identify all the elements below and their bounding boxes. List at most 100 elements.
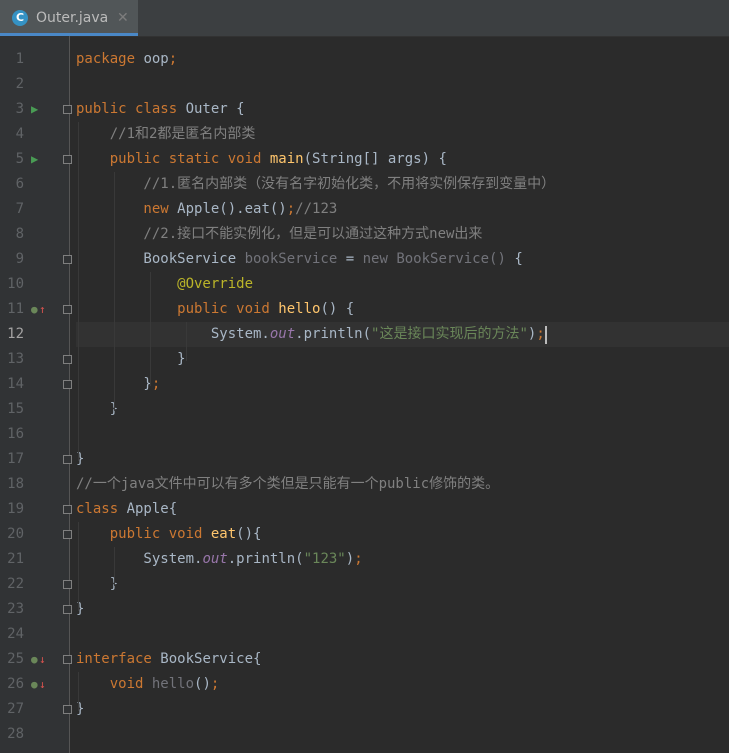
fold-toggle-icon[interactable] <box>63 580 72 589</box>
fold-toggle-icon[interactable] <box>63 355 72 364</box>
code-token: //一个java文件中可以有多个类但是只能有一个public修饰的类。 <box>76 476 500 492</box>
code-line[interactable]: } <box>76 597 729 622</box>
line-number: 1 <box>15 51 24 67</box>
code-editor[interactable]: package oop; public class Outer { //1和2都是… <box>76 36 729 753</box>
line-number: 28 <box>7 726 24 742</box>
code-line-text: public void eat(){ <box>76 522 262 547</box>
code-line-text: void hello(); <box>76 672 220 697</box>
code-line[interactable]: public void eat(){ <box>76 522 729 547</box>
code-line-text: } <box>76 347 186 372</box>
line-number: 2 <box>15 76 24 92</box>
code-token: interface <box>76 651 161 667</box>
code-token: oop <box>135 51 169 67</box>
code-line-text: class Apple{ <box>76 497 177 522</box>
code-token: out <box>269 326 296 342</box>
implemented-interface-icon[interactable]: ● <box>31 647 38 672</box>
code-line[interactable] <box>76 422 729 447</box>
code-line[interactable]: new Apple().eat();//123 <box>76 197 729 222</box>
code-line[interactable]: System.out.println("123"); <box>76 547 729 572</box>
code-line[interactable]: public void hello() { <box>76 297 729 322</box>
code-line[interactable]: BookService bookService = new BookServic… <box>76 247 729 272</box>
fold-toggle-icon[interactable] <box>63 255 72 264</box>
code-line[interactable]: @Override <box>76 272 729 297</box>
code-line[interactable] <box>76 622 729 647</box>
code-token: System. <box>76 551 203 567</box>
code-line[interactable]: void hello(); <box>76 672 729 697</box>
code-token: //1.匿名内部类（没有名字初始化类，不用将实例保存到变量中） <box>76 176 556 192</box>
code-line-text: } <box>76 397 118 422</box>
code-line[interactable]: } <box>76 347 729 372</box>
fold-toggle-icon[interactable] <box>63 380 72 389</box>
line-number: 8 <box>15 226 24 242</box>
code-line[interactable] <box>76 722 729 747</box>
fold-toggle-icon[interactable] <box>63 105 72 114</box>
fold-toggle-icon[interactable] <box>63 655 72 664</box>
code-line[interactable]: } <box>76 572 729 597</box>
code-token: (){ <box>236 526 262 542</box>
code-line-text: //2.接口不能实例化，但是可以通过这种方式new出来 <box>76 222 482 247</box>
code-line[interactable]: System.out.println("这是接口实现后的方法"); <box>76 322 729 347</box>
code-line[interactable]: }; <box>76 372 729 397</box>
code-token: hello <box>151 676 195 692</box>
fold-toggle-icon[interactable] <box>63 505 72 514</box>
code-line[interactable]: class Apple{ <box>76 497 729 522</box>
down-arrow-icon[interactable]: ↓ <box>39 647 46 672</box>
code-token: "123" <box>303 551 346 567</box>
code-line[interactable] <box>76 72 729 97</box>
fold-toggle-icon[interactable] <box>63 705 72 714</box>
code-line[interactable]: //一个java文件中可以有多个类但是只能有一个public修饰的类。 <box>76 472 729 497</box>
down-arrow-icon[interactable]: ↓ <box>39 672 46 697</box>
indent-guide <box>150 272 151 386</box>
fold-toggle-icon[interactable] <box>63 530 72 539</box>
implemented-method-icon[interactable]: ● <box>31 672 38 697</box>
run-icon[interactable]: ▶ <box>31 147 38 172</box>
code-token: void <box>76 676 152 692</box>
code-line-text: //一个java文件中可以有多个类但是只能有一个public修饰的类。 <box>76 472 499 497</box>
editor-gutter[interactable]: 1 2 3 ▶ 4 5 ▶ 6 7 8 9 10 11 ● ↑ 12 13 14 15 16 17 18 19 20 21 22 2… <box>0 36 72 753</box>
code-token: ; <box>354 551 363 567</box>
code-token: ; <box>210 676 220 692</box>
code-token: } <box>76 351 186 367</box>
fold-toggle-icon[interactable] <box>63 605 72 614</box>
indent-guide <box>78 522 79 611</box>
fold-toggle-icon[interactable] <box>63 305 72 314</box>
code-token: "这是接口实现后的方法" <box>371 326 528 342</box>
override-arrow-icon[interactable]: ↑ <box>39 297 46 322</box>
line-number: 9 <box>15 251 24 267</box>
line-number: 23 <box>7 601 24 617</box>
code-line[interactable]: //1和2都是匿名内部类 <box>76 122 729 147</box>
line-number: 7 <box>15 201 24 217</box>
code-token: ) <box>345 551 355 567</box>
tab-outer-java[interactable]: C Outer.java ✕ <box>0 0 138 36</box>
implementing-method-icon[interactable]: ● <box>31 297 38 322</box>
indent-guide <box>114 172 115 411</box>
line-number: 13 <box>7 351 24 367</box>
fold-toggle-icon[interactable] <box>63 155 72 164</box>
fold-toggle-icon[interactable] <box>63 455 72 464</box>
code-line[interactable]: package oop; <box>76 47 729 72</box>
code-token: out <box>202 551 228 567</box>
code-line[interactable]: public class Outer { <box>76 97 729 122</box>
code-token: public void <box>76 301 279 317</box>
code-line[interactable]: } <box>76 447 729 472</box>
code-token: BookService{ <box>160 651 262 667</box>
code-line[interactable]: interface BookService{ <box>76 647 729 672</box>
code-token: eat <box>210 526 237 542</box>
code-token: BookService <box>76 251 245 267</box>
code-token: public void <box>76 526 211 542</box>
code-line[interactable]: public static void main(String[] args) { <box>76 147 729 172</box>
code-line[interactable]: //2.接口不能实例化，但是可以通过这种方式new出来 <box>76 222 729 247</box>
code-line-text: package oop; <box>76 47 177 72</box>
line-number: 16 <box>7 426 24 442</box>
code-line-text: //1和2都是匿名内部类 <box>76 122 256 147</box>
line-number: 15 <box>7 401 24 417</box>
code-line-text: public static void main(String[] args) { <box>76 147 447 172</box>
code-line[interactable]: //1.匿名内部类（没有名字初始化类，不用将实例保存到变量中） <box>76 172 729 197</box>
code-line[interactable]: } <box>76 697 729 722</box>
code-line-text: } <box>76 572 118 597</box>
editor-tab-bar: C Outer.java ✕ <box>0 0 729 37</box>
code-token: ; <box>286 201 296 217</box>
close-icon[interactable]: ✕ <box>117 9 129 27</box>
run-icon[interactable]: ▶ <box>31 97 38 122</box>
code-line[interactable]: } <box>76 397 729 422</box>
